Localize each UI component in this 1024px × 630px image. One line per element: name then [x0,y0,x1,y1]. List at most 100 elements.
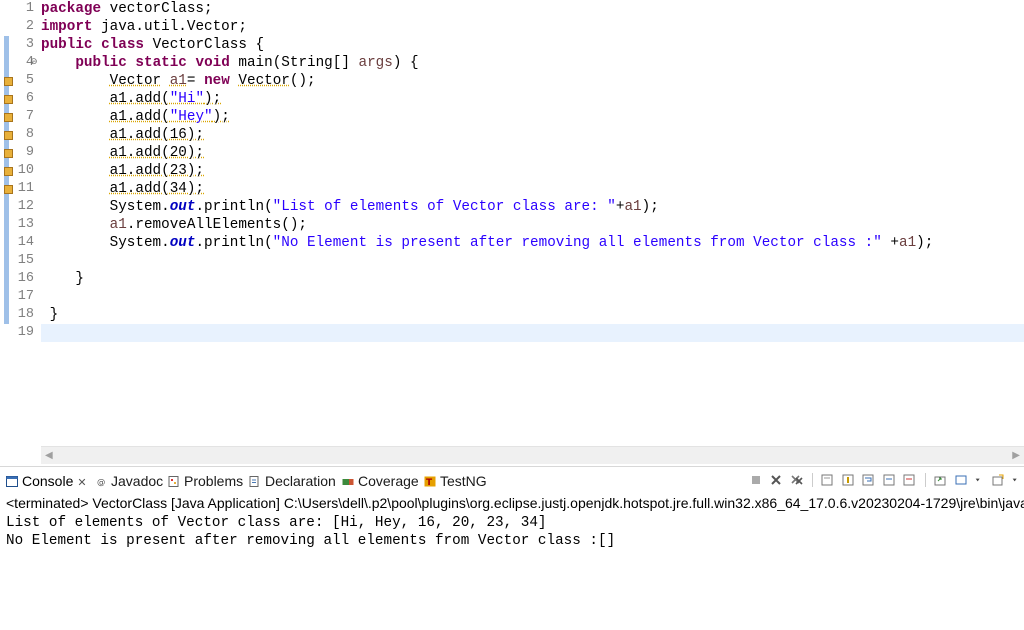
code-line-10[interactable]: a1.add(23); [41,162,204,180]
remove-all-terminated-icon[interactable] [790,474,803,486]
expression: a1.add(16); [109,127,205,143]
code-line-5[interactable]: Vector a1= new Vector(); [41,72,316,90]
svg-text:T: T [426,478,433,487]
line-number: 18 [17,307,34,322]
open-console-icon[interactable] [992,474,1004,486]
horizontal-scrollbar[interactable]: ◀ ▶ [41,446,1024,464]
code-line-3[interactable]: public class VectorClass { [41,36,264,54]
chevron-down-icon[interactable] [1012,474,1020,486]
code-line-1[interactable]: package vectorClass; [41,0,213,18]
tab-console[interactable]: Console ✕ [6,472,87,490]
code-area[interactable]: package vectorClass; import java.util.Ve… [41,0,1024,446]
keyword: static [135,55,187,71]
code-text: vectorClass; [101,1,213,17]
line-number: 11 [17,181,34,196]
word-wrap-icon[interactable] [862,474,874,486]
code-text: java.util.Vector; [92,19,247,35]
operator: + [881,235,899,251]
gutter-row: 10 [0,162,40,180]
code-editor[interactable]: 1 2 3 4 ⊖ 5 6 7 8 9 10 11 12 13 14 15 16 17 18 19 package v… [0,0,1024,446]
code-text: } [75,271,84,287]
code-line-7[interactable]: a1.add("Hey"); [41,108,230,126]
chevron-down-icon[interactable] [975,474,983,486]
expression: a1.add( [109,109,170,125]
code-text: = [186,73,205,89]
string-literal: "Hey" [169,109,213,125]
tab-label: Javadoc [111,473,164,489]
line-number: 8 [25,127,34,142]
warning-icon[interactable] [4,95,13,104]
keyword: public [75,55,127,71]
type-name: Vector [238,73,290,89]
line-number: 15 [17,253,34,268]
keyword: import [41,19,93,35]
tab-javadoc[interactable]: @ Javadoc [97,472,163,490]
warning-icon[interactable] [4,131,13,140]
warning-icon[interactable] [4,167,13,176]
code-line-13[interactable]: a1.removeAllElements(); [41,216,307,234]
tab-testng[interactable]: T TestNG [424,472,487,490]
keyword: public [41,37,93,53]
fold-collapse-icon[interactable]: ⊖ [30,58,39,67]
warning-icon[interactable] [4,149,13,158]
code-line-2[interactable]: import java.util.Vector; [41,18,247,36]
gutter-row: 8 [0,126,40,144]
code-line-18[interactable]: } [41,306,59,324]
gutter-row: 9 [0,144,40,162]
line-number: 1 [25,1,34,16]
code-line-4[interactable]: public static void main(String[] args) { [41,54,418,72]
terminate-icon[interactable] [750,474,762,486]
scroll-right-arrow-icon[interactable]: ▶ [1012,450,1020,461]
static-field: out [169,235,196,251]
pin-console-icon[interactable] [934,474,946,486]
type-name: Vector [109,73,162,89]
line-number: 9 [25,145,34,160]
code-text: System. [109,235,170,251]
show-on-output-icon[interactable] [883,474,895,486]
scroll-left-arrow-icon[interactable]: ◀ [45,450,53,461]
console-icon [6,476,18,487]
console-output-line-1: List of elements of Vector class are: [H… [6,515,547,531]
code-line-6[interactable]: a1.add("Hi"); [41,90,222,108]
warning-icon[interactable] [4,113,13,122]
console-output[interactable]: <terminated> VectorClass [Java Applicati… [0,494,1024,630]
tab-problems[interactable]: Problems [168,472,243,490]
code-line-8[interactable]: a1.add(16); [41,126,204,144]
code-line-9[interactable]: a1.add(20); [41,144,204,162]
tab-coverage[interactable]: Coverage [342,472,419,490]
code-text: ); [212,109,230,125]
show-on-error-icon[interactable] [903,474,915,486]
code-text: a1.add("Hi"); [110,91,222,107]
line-number: 5 [25,73,34,88]
gutter-row: 18 [0,306,40,324]
code-line-14[interactable]: System.out.println("No Element is presen… [41,234,934,252]
gutter-row: 19 [0,324,40,342]
line-number: 16 [17,271,34,286]
code-line-16[interactable]: } [41,270,84,288]
tab-declaration[interactable]: Declaration [249,472,336,490]
tab-label: Problems [184,473,244,489]
editor-gutter: 1 2 3 4 ⊖ 5 6 7 8 9 10 11 12 13 14 15 16 17 18 19 [0,0,40,446]
code-text: main(String[] [229,55,359,71]
scroll-lock-icon[interactable] [842,474,854,486]
remove-launch-icon[interactable] [770,474,782,486]
close-icon[interactable]: ✕ [77,477,86,489]
clear-console-icon[interactable] [821,474,833,486]
code-line-12[interactable]: System.out.println("List of elements of … [41,198,659,216]
tab-label: Coverage [358,473,419,489]
parameter: args [358,55,393,71]
code-line-11[interactable]: a1.add(34); [41,180,204,198]
svg-text:@: @ [97,476,105,486]
gutter-row: 7 [0,108,40,126]
display-console-icon[interactable] [955,474,967,486]
warning-icon[interactable] [4,185,13,194]
warning-icon[interactable] [4,77,13,86]
